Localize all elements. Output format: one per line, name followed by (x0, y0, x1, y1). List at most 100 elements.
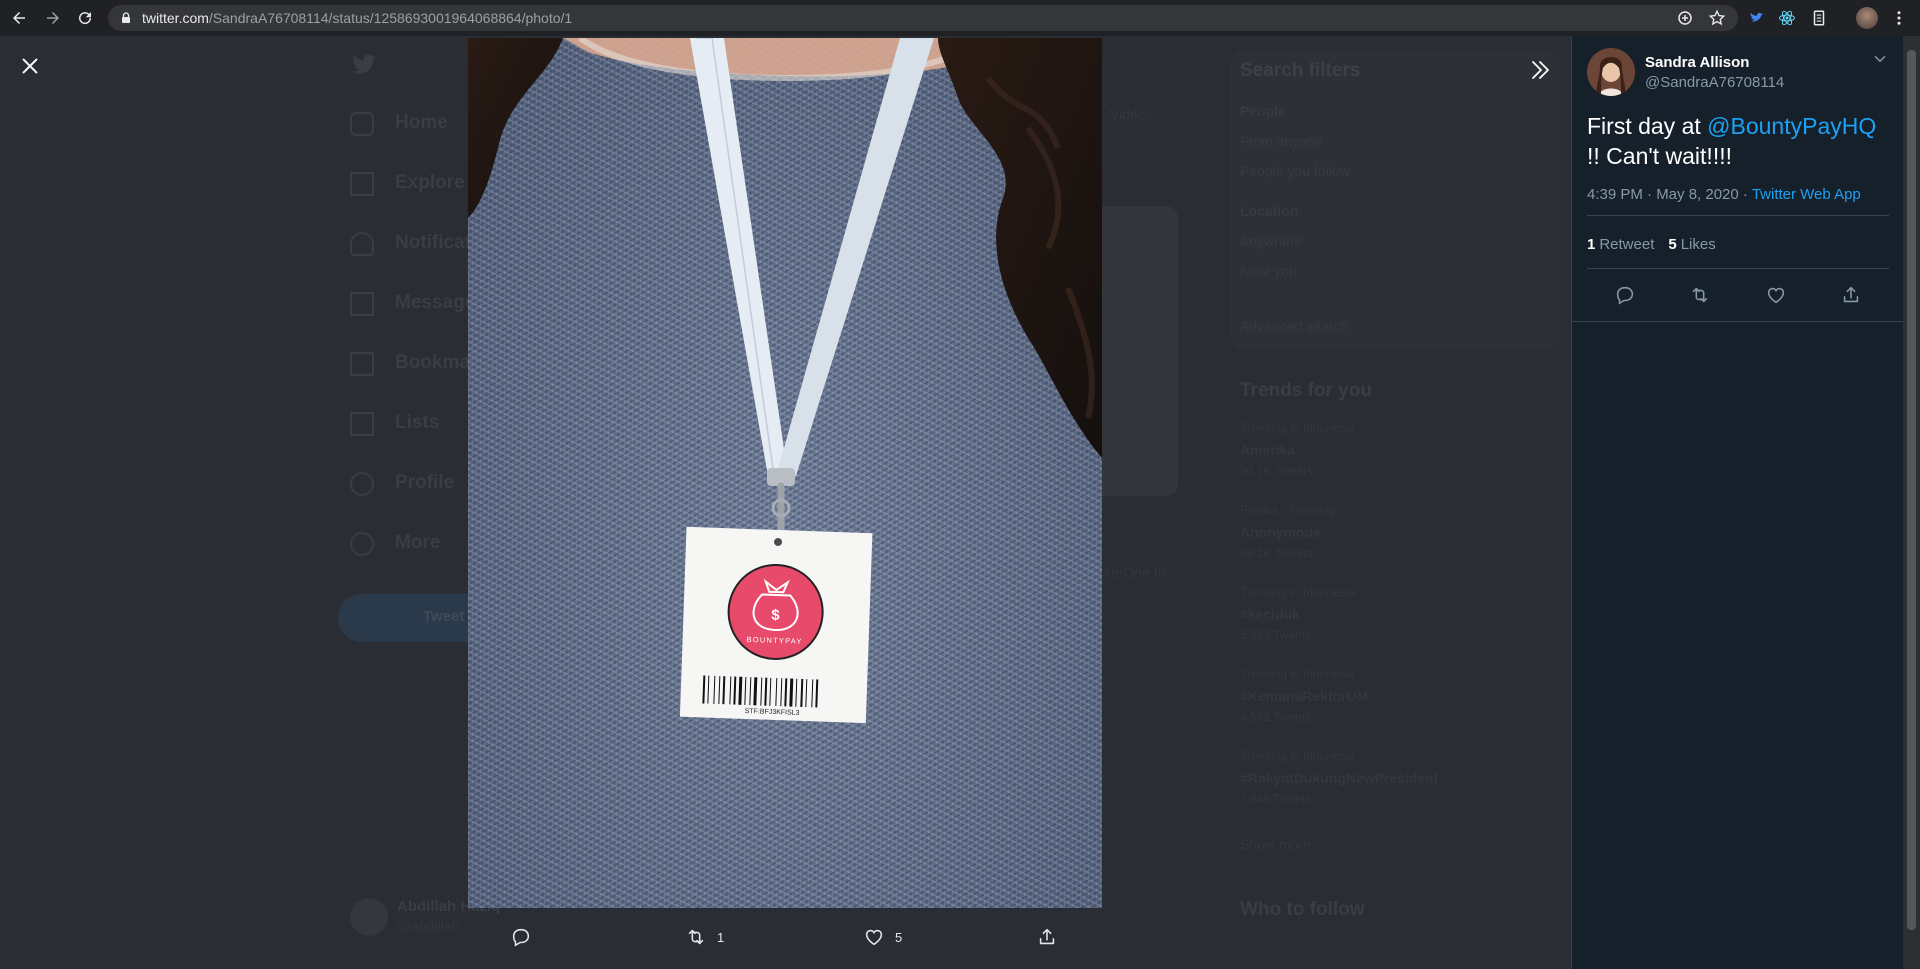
bg-trend-name: Anonymous (1240, 524, 1321, 540)
share-icon[interactable] (1840, 284, 1862, 306)
bg-trend-context: Trending in Indonesia (1240, 585, 1355, 599)
bg-home-icon (350, 112, 374, 136)
browser-profile-avatar[interactable] (1856, 7, 1878, 29)
install-icon[interactable] (1676, 9, 1694, 27)
tweet-actions (1587, 268, 1889, 322)
bg-show-more: Show more (1240, 836, 1311, 852)
photo-action-bar: 1 5 (468, 914, 1102, 964)
reply-icon (512, 928, 530, 947)
bg-account-avatar (350, 898, 388, 936)
like-icon[interactable] (1765, 284, 1787, 306)
avatar[interactable] (1587, 48, 1635, 96)
display-name[interactable]: Sandra Allison (1645, 53, 1784, 73)
tweet-text: First day at @BountyPayHQ !! Can't wait!… (1587, 111, 1892, 171)
extension-3[interactable] (1808, 7, 1830, 29)
bg-trend-context: Politics · Trending (1240, 503, 1336, 517)
bg-trend-count: 7,848 Tweets (1240, 792, 1312, 806)
tweet-text-prefix: First day at (1587, 113, 1708, 139)
bg-tweet-label: Tweet (423, 608, 465, 625)
url-host: twitter.com (142, 10, 209, 26)
bg-search-filters-card (1230, 50, 1560, 350)
bg-profile-icon (350, 472, 374, 496)
bg-trend-name: #RakyatDukungNewPresident (1240, 770, 1439, 786)
bg-tab-videos: Videos (1110, 106, 1153, 122)
twitter-logo-icon (352, 54, 376, 74)
bg-trend-context: Trending in Indonesia (1240, 421, 1355, 435)
scrollbar-thumb[interactable] (1907, 50, 1916, 930)
photo-viewer: Home Explore Notificat Messages Bookmar … (0, 36, 1571, 969)
bg-trend-count: 69.1K Tweets (1240, 546, 1313, 560)
close-button[interactable] (14, 50, 46, 82)
reload-icon (79, 12, 92, 25)
tweet-author[interactable]: Sandra Allison @SandraA76708114 (1587, 48, 1784, 96)
back-button[interactable] (4, 0, 34, 36)
timestamp[interactable]: 4:39 PM · May 8, 2020 · (1587, 186, 1752, 203)
bg-mail-icon (350, 292, 374, 316)
tweet-stats: 1 Retweet 5 Likes (1587, 236, 1716, 253)
bg-nav-profile: Profile (395, 472, 455, 493)
svg-text:$: $ (771, 607, 781, 624)
tweet-text-suffix: !! Can't wait!!!! (1587, 143, 1732, 169)
like-icon (865, 929, 883, 946)
extension-bird-icon (1750, 12, 1764, 22)
bg-trend-context: Trending in Indonesia (1240, 667, 1355, 681)
react-icon (1779, 10, 1795, 26)
bg-trend-name: #KemanaRektorUM (1240, 688, 1369, 704)
bg-list-icon (350, 412, 374, 436)
avatar-portrait (1587, 48, 1635, 96)
retweet-count: 1 (1587, 236, 1596, 253)
bg-trend-count: 5,223 Tweets (1240, 628, 1312, 642)
bookmark-star-icon[interactable] (1708, 9, 1726, 27)
reply-icon[interactable] (1614, 284, 1636, 306)
address-bar[interactable]: twitter.com/SandraA76708114/status/12586… (108, 5, 1738, 31)
retweet-icon[interactable] (1689, 284, 1711, 306)
chevron-down-icon[interactable] (1871, 50, 1889, 68)
photo-reply-button[interactable] (510, 926, 532, 948)
photo-like-count: 5 (895, 929, 903, 945)
retweet-stat[interactable]: 1 Retweet (1587, 236, 1654, 253)
forward-button[interactable] (38, 0, 68, 36)
reload-button[interactable] (70, 0, 100, 36)
bg-nav-more: More (395, 532, 441, 553)
expand-button[interactable] (1522, 52, 1558, 88)
handle[interactable]: @SandraA76708114 (1645, 73, 1784, 93)
tweet-meta: 4:39 PM · May 8, 2020 · Twitter Web App (1587, 186, 1861, 203)
scrollbar[interactable] (1903, 36, 1920, 969)
bg-nav-lists: Lists (395, 412, 440, 433)
like-count: 5 (1668, 236, 1677, 253)
bg-trends-title: Trends for you (1240, 380, 1372, 401)
photo-like-button[interactable]: 5 (863, 926, 902, 948)
photo-artwork: $ BOUNTYPAY STF:BFJ3KFISL3 (468, 38, 1102, 724)
mention-link[interactable]: @BountyPayHQ (1707, 113, 1876, 139)
extension-2[interactable] (1776, 7, 1798, 29)
bg-nav-explore: Explore (395, 172, 465, 193)
forward-icon (47, 12, 59, 24)
close-icon (22, 58, 38, 74)
share-icon (1039, 928, 1055, 945)
bg-nav-notifications: Notificat (395, 232, 471, 253)
like-label: Likes (1680, 236, 1716, 253)
tweet-photo[interactable]: $ BOUNTYPAY STF:BFJ3KFISL3 (468, 38, 1102, 908)
photo-share-button[interactable] (1036, 926, 1058, 948)
bg-trend-name: Amerika (1240, 442, 1296, 458)
bg-media-card (1102, 206, 1178, 496)
divider (1572, 321, 1903, 322)
tweet-detail-panel: Sandra Allison @SandraA76708114 First da… (1571, 36, 1903, 969)
retweet-label: Retweet (1599, 236, 1655, 253)
bg-trend-count: 20.7K Tweets (1240, 464, 1313, 478)
photo-retweet-button[interactable]: 1 (685, 926, 724, 948)
bg-nav-home: Home (395, 112, 448, 133)
source-app-link[interactable]: Twitter Web App (1752, 186, 1861, 203)
browser-menu-button[interactable] (1888, 7, 1910, 29)
url-path: /SandraA76708114/status/1258693001964068… (208, 10, 573, 26)
more-vert-icon (1897, 11, 1901, 25)
extension-1[interactable] (1746, 7, 1768, 29)
divider (1587, 215, 1889, 216)
like-stat[interactable]: 5 Likes (1668, 236, 1715, 253)
lock-icon (122, 12, 130, 23)
bg-trend-count: 4,592 Tweets (1240, 710, 1312, 724)
browser-toolbar: twitter.com/SandraA76708114/status/12586… (0, 0, 1920, 36)
retweet-icon (688, 929, 704, 945)
bg-explore-icon (350, 172, 374, 196)
document-icon (1813, 10, 1825, 26)
